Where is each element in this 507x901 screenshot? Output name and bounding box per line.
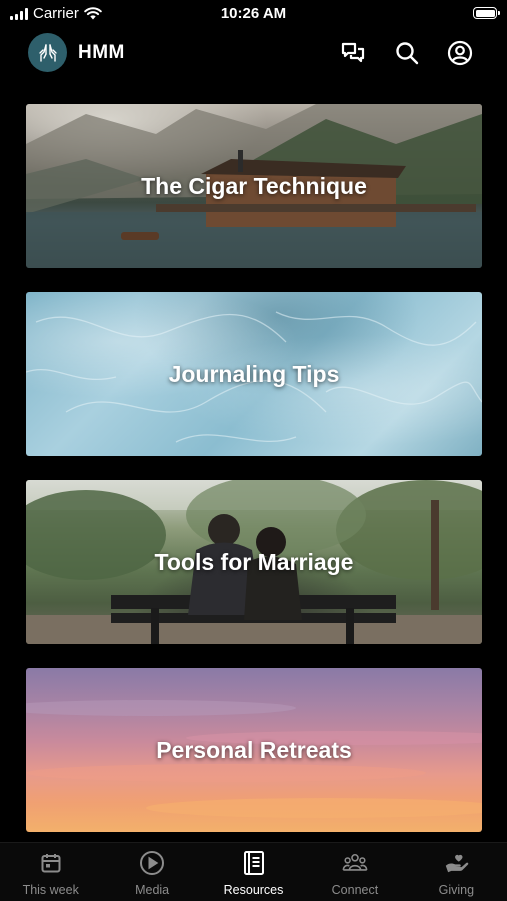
tab-connect[interactable]: Connect (304, 843, 405, 901)
search-icon[interactable] (393, 39, 421, 67)
card-title: The Cigar Technique (141, 172, 367, 199)
tab-this-week[interactable]: This week (0, 843, 101, 901)
tab-label: Giving (438, 883, 475, 897)
status-time: 10:26 AM (220, 5, 287, 22)
book-icon (241, 850, 267, 876)
play-circle-icon (139, 850, 165, 876)
praying-hands-icon[interactable] (28, 33, 67, 72)
card-title: Journaling Tips (168, 360, 340, 387)
tab-label: Media (135, 883, 170, 897)
app-name: HMM (78, 42, 125, 63)
resource-card-tools-for-marriage[interactable]: Tools for Marriage (26, 480, 482, 644)
profile-icon[interactable] (446, 39, 474, 67)
tab-label: Resources (223, 883, 284, 897)
chat-icon[interactable] (339, 39, 367, 67)
card-title: Tools for Marriage (154, 548, 354, 575)
tab-label: Connect (331, 883, 379, 897)
resource-card-personal-retreats[interactable]: Personal Retreats (26, 668, 482, 832)
group-icon (342, 850, 368, 876)
battery-icon (473, 7, 500, 19)
resource-card-cigar-technique[interactable]: The Cigar Technique (26, 104, 482, 268)
resource-card-list: The Cigar Technique Journaling Tips Tool… (26, 104, 482, 856)
resource-card-journaling-tips[interactable]: Journaling Tips (26, 292, 482, 456)
app-header: HMM (0, 28, 507, 78)
tab-resources[interactable]: Resources (203, 843, 304, 901)
card-title: Personal Retreats (156, 736, 352, 763)
tab-label: This week (22, 883, 79, 897)
status-bar: Carrier 10:26 AM (0, 0, 507, 28)
bottom-tab-bar: This week Media Resources Connect Giving (0, 842, 507, 901)
tab-media[interactable]: Media (101, 843, 202, 901)
calendar-icon (38, 850, 64, 876)
giving-hand-icon (443, 850, 469, 876)
tab-giving[interactable]: Giving (406, 843, 507, 901)
